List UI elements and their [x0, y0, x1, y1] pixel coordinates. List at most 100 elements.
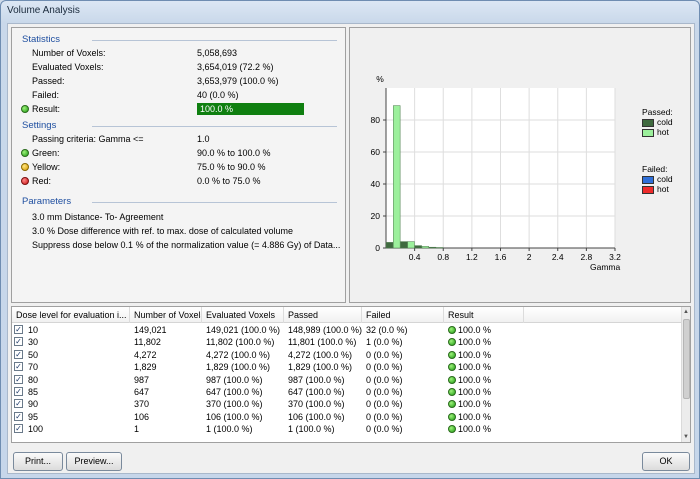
column-header[interactable]: Failed [362, 307, 444, 323]
row-checkbox[interactable]: ✓ [14, 325, 23, 334]
table-cell: 11,802 (100.0 %) [206, 337, 275, 348]
row-checkbox[interactable]: ✓ [14, 337, 23, 347]
legend-swatch-failed-cold [642, 176, 654, 184]
table-cell: 11,801 (100.0 %) [288, 337, 357, 348]
legend-passed: Passed: cold hot [642, 107, 673, 138]
table-cell: 370 (100.0 %) [206, 399, 263, 410]
legend-item-failed-hot: hot [642, 185, 673, 195]
table-cell: 11,802 [134, 337, 161, 348]
table-cell: 4,272 (100.0 %) [206, 349, 271, 360]
table-cell: 85 [28, 386, 39, 397]
stat-label: Passed: [32, 76, 65, 86]
table-cell: 1 [134, 424, 140, 435]
result-status-icon [448, 400, 456, 409]
column-header[interactable]: Number of Voxels [130, 307, 202, 323]
table-cell: 370 [134, 399, 150, 410]
table-row[interactable]: ✓ 70 1,829 1,829 (100.0 %) 1,829 (100.0 %) 0 … [12, 361, 684, 373]
legend-failed-title: Failed: [642, 164, 668, 174]
row-checkbox[interactable]: ✓ [14, 374, 23, 384]
table-cell: 149,021 (100.0 %) [206, 325, 281, 335]
histogram-bar [407, 241, 415, 249]
histogram-bar [400, 241, 408, 249]
column-header[interactable]: Passed [284, 307, 362, 323]
row-checkbox[interactable]: ✓ [14, 362, 23, 372]
stat-row-failed: Failed: 40 (0.0 %) [32, 90, 332, 102]
legend-label: cold [657, 174, 673, 184]
scrollbar-thumb[interactable] [683, 319, 690, 399]
table-cell: 0 (0.0 %) [366, 349, 403, 360]
column-header[interactable]: Dose level for evaluation i... [12, 307, 130, 323]
x-tick-label: 1.6 [495, 252, 507, 262]
table-row[interactable]: ✓ 50 4,272 4,272 (100.0 %) 4,272 (100.0 %) 0 … [12, 349, 684, 361]
table-row[interactable]: ✓ 95 106 106 (100.0 %) 106 (100.0 %) 0 (0.0 %… [12, 411, 684, 423]
criteria-label: Passing criteria: Gamma <= [32, 134, 144, 144]
preview-button[interactable]: Preview... [66, 452, 122, 471]
table-row[interactable]: ✓ 85 647 647 (100.0 %) 647 (100.0 %) 0 (0.0 %… [12, 386, 684, 398]
x-axis-label: Gamma [590, 262, 621, 272]
result-text: 100.0 % [458, 399, 492, 410]
window-title: Volume Analysis [7, 5, 80, 16]
table-cell: 1,829 (100.0 %) [288, 362, 353, 373]
y-axis-label: % [376, 74, 384, 84]
x-tick-label: 2.4 [552, 252, 564, 262]
table-cell: 100.0 % [444, 398, 491, 410]
row-checkbox[interactable]: ✓ [14, 399, 23, 409]
yellow-value: 75.0 % to 90.0 % [197, 162, 266, 172]
volume-analysis-window: Volume Analysis Statistics Number of Vox… [0, 0, 700, 479]
legend-label: hot [657, 127, 669, 137]
table-cell: 0 (0.0 %) [366, 374, 403, 385]
result-status-icon [448, 338, 456, 347]
table-cell: 987 (100.0 %) [288, 374, 345, 385]
dose-level-table: Dose level for evaluation i... Number of … [11, 306, 691, 443]
y-tick-label: 0 [375, 243, 380, 253]
table-cell: 1,829 [134, 362, 157, 373]
table-cell: 1 (100.0 %) [206, 424, 253, 435]
ok-button[interactable]: OK [642, 452, 690, 471]
green-value: 90.0 % to 100.0 % [197, 148, 271, 158]
stat-label: Evaluated Voxels: [32, 62, 104, 72]
x-tick-label: 3.2 [609, 252, 621, 262]
row-checkbox[interactable]: ✓ [14, 411, 23, 421]
scroll-down-icon[interactable]: ▼ [682, 432, 690, 442]
x-tick-label: 0.8 [437, 252, 449, 262]
table-cell: 1,829 (100.0 %) [206, 362, 271, 373]
column-header[interactable]: Evaluated Voxels [202, 307, 284, 323]
y-tick-label: 60 [371, 147, 381, 157]
settings-divider [92, 126, 337, 127]
histogram-bar [414, 245, 422, 249]
row-checkbox[interactable]: ✓ [14, 349, 23, 359]
y-tick-label: 80 [371, 115, 381, 125]
parameters-title: Parameters [22, 196, 72, 207]
parameter-line: 3.0 % Dose difference with ref. to max. … [32, 226, 293, 236]
legend-label: hot [657, 184, 669, 194]
scroll-up-icon[interactable]: ▲ [682, 307, 690, 317]
table-body: ✓ 10 149,021 149,021 (100.0 %) 148,989 (100.… [12, 324, 684, 436]
legend-swatch-passed-cold [642, 119, 654, 127]
setting-row-criteria: Passing criteria: Gamma <= 1.0 [32, 134, 332, 146]
table-cell: 10 [28, 325, 39, 335]
column-header[interactable]: Result [444, 307, 524, 323]
stat-value: 40 (0.0 %) [197, 90, 239, 100]
row-checkbox[interactable]: ✓ [14, 424, 23, 434]
table-row[interactable]: ✓ 100 1 1 (100.0 %) 1 (100.0 %) 0 (0.0 %) 100.… [12, 423, 684, 435]
stat-row-passed: Passed: 3,653,979 (100.0 %) [32, 76, 332, 88]
print-button[interactable]: Print... [13, 452, 63, 471]
table-vertical-scrollbar[interactable]: ▲ ▼ [681, 307, 690, 442]
table-row[interactable]: ✓ 30 11,802 11,802 (100.0 %) 11,801 (100.0 %… [12, 336, 684, 348]
table-row[interactable]: ✓ 90 370 370 (100.0 %) 370 (100.0 %) 0 (0.0 %… [12, 398, 684, 410]
parameter-line: Suppress dose below 0.1 % of the normali… [32, 240, 341, 250]
green-status-icon [21, 149, 29, 157]
row-checkbox[interactable]: ✓ [14, 386, 23, 396]
legend-swatch-failed-hot [642, 186, 654, 194]
result-status-icon [21, 105, 29, 113]
parameter-line: 3.0 mm Distance- To- Agreement [32, 212, 164, 222]
result-status-icon [448, 387, 456, 396]
table-cell: 647 [134, 386, 150, 397]
table-cell: 0 (0.0 %) [366, 399, 403, 410]
statistics-title: Statistics [22, 34, 61, 45]
table-cell: 647 (100.0 %) [206, 386, 263, 397]
table-row[interactable]: ✓ 80 987 987 (100.0 %) 987 (100.0 %) 0 (0.0 %… [12, 374, 684, 386]
histogram-bar [421, 246, 430, 249]
table-cell: 106 [134, 411, 150, 422]
table-row[interactable]: ✓ 10 149,021 149,021 (100.0 %) 148,989 (100.… [12, 324, 684, 336]
